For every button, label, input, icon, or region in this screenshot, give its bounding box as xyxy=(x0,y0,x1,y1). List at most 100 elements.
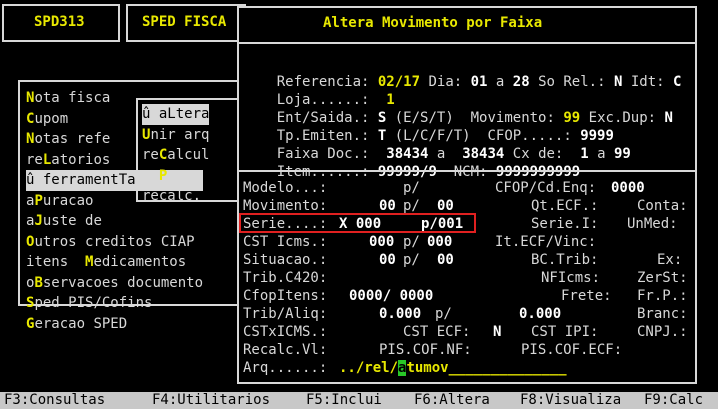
cstecf-label: CST ECF: xyxy=(403,324,471,340)
seriei-label: Serie.I: xyxy=(531,216,599,232)
submenu-item-hotkey: L xyxy=(167,106,176,122)
arq-field[interactable]: ../rel/atumov______________ xyxy=(339,358,567,378)
program-code: SPD313 xyxy=(34,14,85,30)
submenu-item-prefix: recalc. xyxy=(142,188,202,204)
cfopitens-field[interactable]: 0000/ 0000 xyxy=(349,286,433,306)
function-key-bar: F3:Consultas F4:Utilitarios F5:Inclui F6… xyxy=(0,392,718,409)
situacao-label: Situacao.: xyxy=(243,252,328,268)
tribaliq-sep: p/ xyxy=(435,306,452,322)
main-menu-item-label: servacoes documento xyxy=(42,274,204,291)
tribc420-label: Trib.C420: xyxy=(243,270,328,286)
sit-sep: p/ xyxy=(403,252,420,268)
conta-label: Conta: xyxy=(637,198,688,214)
submenu-item[interactable]: recalc. xyxy=(142,186,209,207)
submenu-item-label: alcul xyxy=(167,147,210,163)
program-name: SPED FISCA xyxy=(142,14,227,30)
program-name-box: SPED FISCA xyxy=(126,4,246,42)
ncm-label: NCM: xyxy=(453,164,488,180)
main-menu-item[interactable]: itens Medicamentos xyxy=(26,252,203,273)
row-entsaida: Ent/Saida.: S (E/S/T) Movimento: 99 Exc.… xyxy=(243,88,673,126)
qtecf-label: Qt.ECF.: xyxy=(531,198,599,214)
program-code-box: SPD313 xyxy=(2,4,120,42)
sit-from-field[interactable]: 00 xyxy=(379,250,396,270)
submenu-item[interactable]: Unir arq xyxy=(142,125,209,146)
main-menu-item-label: ota fisca xyxy=(34,90,111,106)
main-menu-item[interactable]: oBservacoes documento xyxy=(26,273,203,294)
main-menu-item[interactable]: Geracao SPED xyxy=(26,314,203,335)
cnpj-label: CNPJ.: xyxy=(637,324,688,340)
main-menu-item-label: edicamentos xyxy=(93,254,187,270)
serie-to-field[interactable]: p/001 xyxy=(421,214,463,234)
row-loja: Loja......: 1 xyxy=(243,70,395,108)
main-menu-item-prefix: û ferramentTa xyxy=(26,172,136,188)
cst-from-field[interactable]: 000 xyxy=(369,232,394,252)
f6-altera-key[interactable]: F6:Altera xyxy=(414,392,490,409)
arq-before: ../rel/ xyxy=(339,360,399,376)
submenu-item-prefix: re xyxy=(142,167,159,184)
cfopitens-label: CfopItens: xyxy=(243,288,328,304)
serie-from-field[interactable]: X 000 xyxy=(339,214,381,234)
main-menu-item[interactable]: aJuste de xyxy=(26,211,203,232)
arq-after: tumov______________ xyxy=(406,360,567,376)
row-faixa: Faixa Doc.: 38434 a 38434 Cx de: 1 a 99 xyxy=(243,124,631,162)
cfopcd-field[interactable]: 0000 xyxy=(611,178,645,198)
tribaliq-to-field[interactable]: 0.000 xyxy=(519,304,561,324)
main-menu-item-hotkey: B xyxy=(34,274,43,291)
submenu-item-label: roc. xyxy=(167,167,202,184)
cstecf-field[interactable]: N xyxy=(493,322,501,342)
modelo-label: Modelo...: xyxy=(243,180,328,196)
main-menu-item-label: utros creditos CIAP xyxy=(34,233,195,250)
main-menu-item-hotkey: J xyxy=(34,213,43,229)
idt-field[interactable]: C xyxy=(673,74,681,90)
main-menu-item-label: atorios xyxy=(51,151,111,168)
ex-label: Ex: xyxy=(657,252,683,268)
main-menu-item-prefix: re xyxy=(26,151,43,168)
zerst-label: ZerSt: xyxy=(637,270,688,286)
cx-from-field[interactable]: 1 xyxy=(580,146,588,162)
submenu-item-label: tera xyxy=(175,106,210,122)
main-menu-item[interactable]: Outros creditos CIAP xyxy=(26,232,203,253)
cx-a-label: a xyxy=(597,146,606,162)
piscofnf-label: PIS.COF.NF: xyxy=(379,342,472,358)
main-menu-item-label: uste de xyxy=(42,213,102,229)
f8-visualiza-key[interactable]: F8:Visualiza xyxy=(520,392,621,409)
row-referencia: Referencia: 02/17 Dia: 01 a 28 So Rel.: … xyxy=(243,52,682,90)
main-menu-item-label: upom xyxy=(34,110,69,127)
itecf-label: It.ECF/Vinc: xyxy=(495,234,597,250)
branc-label: Branc: xyxy=(637,306,688,322)
excdup-field[interactable]: N xyxy=(665,110,673,126)
serie-label: Serie....: xyxy=(243,216,328,232)
main-menu-item-label: otas refe xyxy=(34,131,111,147)
main-menu-item-label: uracao xyxy=(42,192,94,209)
piscofecf-label: PIS.COF.ECF: xyxy=(521,342,623,358)
cstipi-label: CST IPI: xyxy=(531,324,599,340)
row-item: Item......: 99999/9 NCM: 9999999999 xyxy=(243,142,580,180)
f9-calc-key[interactable]: F9:Calc xyxy=(644,392,703,409)
cst-to-field[interactable]: 000 xyxy=(427,232,452,252)
f3-consultas-key[interactable]: F3:Consultas xyxy=(4,392,105,409)
nficms-label: NFIcms: xyxy=(541,270,601,286)
submenu-item[interactable]: reCalcul xyxy=(142,145,209,166)
main-menu-item[interactable]: Sped PIS/Cofins xyxy=(26,293,203,314)
main-menu-item-prefix: itens xyxy=(26,254,86,270)
frp-label: Fr.P.: xyxy=(637,288,688,304)
arq-label: Arq......: xyxy=(243,360,328,376)
cx-to-field[interactable]: 99 xyxy=(614,146,631,162)
frete-label: Frete: xyxy=(561,288,612,304)
submenu-item[interactable]: û aLtera xyxy=(142,104,210,125)
dialog-title: Altera Movimento por Faixa xyxy=(323,15,543,31)
csticms-label: CST Icms.: xyxy=(243,234,328,250)
submenu-ferramentas: û aLtera Unir arq reCalcul reProc. recalc. xyxy=(136,98,240,204)
main-menu-item-hotkey: P xyxy=(34,192,43,209)
cst-sep: p/ xyxy=(403,234,420,250)
bctrib-label: BC.Trib: xyxy=(531,252,599,268)
unmed-label: UnMed: xyxy=(627,216,678,232)
f5-inclui-key[interactable]: F5:Inclui xyxy=(306,392,382,409)
submenu-item-label: nir arq xyxy=(150,126,210,143)
sit-to-field[interactable]: 00 xyxy=(437,250,454,270)
submenu-item[interactable]: reProc. xyxy=(142,166,209,187)
tribaliq-label: Trib/Aliq: xyxy=(243,306,328,322)
tribaliq-from-field[interactable]: 0.000 xyxy=(379,304,421,324)
f4-utilitarios-key[interactable]: F4:Utilitarios xyxy=(152,392,270,409)
altera-movimento-dialog: Altera Movimento por Faixa Referencia: 0… xyxy=(237,6,697,384)
